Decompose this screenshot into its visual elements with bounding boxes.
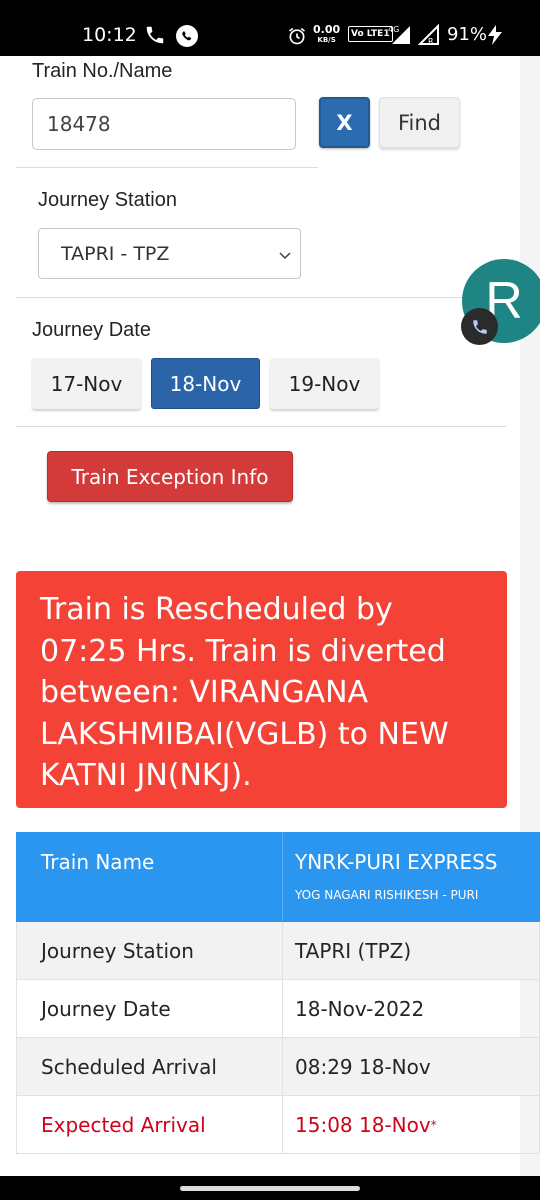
signal-roaming-icon: R <box>417 23 442 50</box>
net-speed: 0.00 KB/S <box>313 23 341 44</box>
row-value: 08:29 18-Nov <box>295 1054 431 1079</box>
row-label: Journey Station <box>17 922 283 979</box>
table-row: Journey Date 18-Nov-2022 <box>16 980 540 1038</box>
row-label: Scheduled Arrival <box>17 1038 283 1095</box>
train-exception-info-button[interactable]: Train Exception Info <box>47 451 293 502</box>
divider <box>16 167 318 168</box>
table-row: Journey Station TAPRI (TPZ) <box>16 922 540 980</box>
date-button-19-nov[interactable]: 19-Nov <box>270 358 379 409</box>
home-gesture-handle[interactable] <box>180 1186 360 1191</box>
station-selected-value: TAPRI - TPZ <box>61 242 170 265</box>
table-header-row: Train Name YNRK-PURI EXPRESS YOG NAGARI … <box>16 832 540 922</box>
svg-text:4G: 4G <box>388 25 399 34</box>
journey-station-label: Journey Station <box>38 189 177 211</box>
journey-station-select[interactable]: TAPRI - TPZ <box>38 228 301 279</box>
status-bar: 10:12 0.00 KB/S Vo LTE1 4G R 91% <box>0 0 540 56</box>
whatsapp-icon <box>175 24 199 52</box>
row-value: 18-Nov-2022 <box>295 996 425 1021</box>
row-label: Journey Date <box>17 980 283 1037</box>
phone-call-icon <box>144 24 166 50</box>
train-info-table: Train Name YNRK-PURI EXPRESS YOG NAGARI … <box>16 832 540 1154</box>
table-row: Scheduled Arrival 08:29 18-Nov <box>16 1038 540 1096</box>
train-name-cell: YNRK-PURI EXPRESS YOG NAGARI RISHIKESH -… <box>283 833 539 921</box>
chat-head-call-icon[interactable] <box>461 308 498 345</box>
signal-strength-icon: 4G <box>386 24 414 50</box>
train-route-value: YOG NAGARI RISHIKESH - PURI <box>295 888 479 902</box>
reschedule-alert: Train is Rescheduled by 07:25 Hrs. Train… <box>16 571 507 808</box>
train-number-label: Train No./Name <box>32 60 173 82</box>
status-time: 10:12 <box>82 24 137 46</box>
divider <box>16 297 506 298</box>
svg-text:R: R <box>428 37 434 46</box>
find-button[interactable]: Find <box>379 97 460 148</box>
row-value: 15:08 18-Nov * <box>283 1096 539 1153</box>
train-name-value: YNRK-PURI EXPRESS <box>295 850 498 874</box>
date-button-18-nov[interactable]: 18-Nov <box>151 358 260 409</box>
train-number-input[interactable] <box>32 98 296 150</box>
alert-message: Train is Rescheduled by 07:25 Hrs. Train… <box>40 592 449 793</box>
asterisk-mark: * <box>430 1117 437 1132</box>
charging-bolt-icon <box>488 25 502 49</box>
row-label: Expected Arrival <box>17 1096 283 1153</box>
clear-button[interactable]: X <box>319 97 370 148</box>
alarm-icon <box>287 26 307 50</box>
divider <box>16 426 506 427</box>
table-row: Expected Arrival 15:08 18-Nov * <box>16 1096 540 1154</box>
battery-percent: 91% <box>447 24 488 45</box>
row-value: TAPRI (TPZ) <box>295 938 412 963</box>
chevron-down-icon <box>278 246 292 268</box>
train-name-label: Train Name <box>17 833 283 921</box>
date-button-17-nov[interactable]: 17-Nov <box>32 358 141 409</box>
expected-arrival-value: 15:08 18-Nov <box>295 1112 431 1137</box>
journey-date-label: Journey Date <box>32 319 151 341</box>
